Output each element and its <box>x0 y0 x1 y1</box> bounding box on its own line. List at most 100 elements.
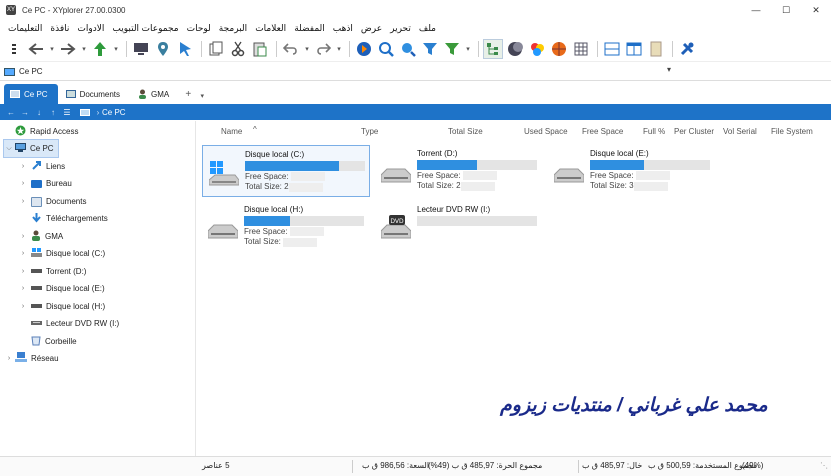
address-dropdown-icon[interactable]: ▾ <box>667 65 671 74</box>
back-icon[interactable] <box>26 39 46 59</box>
tab-documents[interactable]: Documents <box>60 84 130 104</box>
drive-tile-h[interactable]: Disque local (H:) Free Space: Total Size… <box>202 201 370 253</box>
column-total-size[interactable]: Total Size <box>448 127 483 136</box>
menu-scripting[interactable]: البرمجة <box>215 23 251 34</box>
chevron-right-icon[interactable]: › <box>18 233 28 240</box>
colors-icon[interactable] <box>527 39 547 59</box>
tree-item-drive-c[interactable]: › Disque local (C:) <box>18 245 105 262</box>
new-tab-icon[interactable]: + <box>181 89 195 100</box>
tree-icon[interactable] <box>483 38 503 59</box>
moon-icon[interactable] <box>505 39 525 59</box>
tree-item-bureau[interactable]: › Bureau <box>18 175 72 192</box>
menu-icon[interactable] <box>4 39 24 59</box>
resize-grip-icon[interactable]: ⋰ <box>820 461 828 470</box>
chevron-right-icon[interactable]: › <box>18 250 28 257</box>
column-vol-serial[interactable]: Vol Serial <box>723 127 757 136</box>
list-icon[interactable]: ☰ <box>60 108 74 117</box>
tab-gma[interactable]: GMA <box>132 84 179 104</box>
menu-file[interactable]: ملف <box>415 23 440 34</box>
ball-icon[interactable] <box>549 39 569 59</box>
menu-panes[interactable]: لوحات <box>183 23 215 34</box>
down-icon[interactable]: ↓ <box>32 108 46 117</box>
up-dropdown-icon[interactable]: ▾ <box>112 39 120 59</box>
column-used-space[interactable]: Used Space <box>524 127 568 136</box>
column-full-percent[interactable]: Full % <box>643 127 665 136</box>
tree-item-drive-d[interactable]: › Torrent (D:) <box>18 263 87 280</box>
tree-item-drive-e[interactable]: › Disque local (E:) <box>18 280 105 297</box>
filter-green-icon[interactable] <box>442 39 462 59</box>
paste-icon[interactable] <box>250 39 270 59</box>
minimize-button[interactable]: — <box>741 0 771 20</box>
cut-icon[interactable] <box>228 39 248 59</box>
breadcrumb[interactable]: › Ce PC <box>80 108 126 117</box>
chevron-right-icon[interactable]: › <box>18 268 28 275</box>
find-icon[interactable] <box>354 39 374 59</box>
menu-favorites[interactable]: المفضلة <box>290 23 329 34</box>
forward-dropdown-icon[interactable]: ▾ <box>80 39 88 59</box>
drive-tile-e[interactable]: Disque local (E:) Free Space: Total Size… <box>548 145 716 197</box>
column-per-cluster[interactable]: Per Cluster <box>674 127 714 136</box>
back-icon[interactable]: ← <box>4 108 18 117</box>
chevron-right-icon[interactable]: › <box>4 355 14 362</box>
chevron-right-icon[interactable]: › <box>18 285 28 292</box>
close-button[interactable]: ✕ <box>801 0 831 20</box>
tree-item-documents[interactable]: › Documents <box>18 193 86 210</box>
tree-item-dvd[interactable]: Lecteur DVD RW (I:) <box>18 315 119 332</box>
column-free-space[interactable]: Free Space <box>582 127 623 136</box>
drive-tile-dvd[interactable]: DVD Lecteur DVD RW (I:) <box>375 201 543 253</box>
copy-icon[interactable] <box>206 39 226 59</box>
panel-icon[interactable] <box>602 39 622 59</box>
tools-icon[interactable] <box>677 39 697 59</box>
column-name[interactable]: Name <box>221 127 242 136</box>
dual-pane-icon[interactable] <box>624 39 644 59</box>
location-icon[interactable] <box>153 39 173 59</box>
pointer-icon[interactable] <box>175 39 195 59</box>
forward-icon[interactable]: → <box>18 108 32 117</box>
tab-ce-pc[interactable]: Ce PC <box>4 84 58 104</box>
tree-item-drive-h[interactable]: › Disque local (H:) <box>18 298 105 315</box>
drive-usage-bar <box>417 216 537 226</box>
chevron-right-icon[interactable]: › <box>18 163 28 170</box>
address-bar[interactable]: Ce PC ▾ <box>0 63 831 81</box>
chevron-right-icon[interactable]: › <box>18 198 28 205</box>
search-icon[interactable] <box>376 39 396 59</box>
up-icon[interactable]: ↑ <box>46 108 60 117</box>
forward-icon[interactable] <box>58 39 78 59</box>
column-type[interactable]: Type <box>361 127 378 136</box>
menu-window[interactable]: نافذة <box>46 23 73 34</box>
preview-icon[interactable] <box>646 39 666 59</box>
tree-item-rapid-access[interactable]: Rapid Access <box>4 123 78 140</box>
menu-edit[interactable]: تحرير <box>386 23 415 34</box>
tree-item-gma[interactable]: › GMA <box>18 228 63 245</box>
chevron-right-icon[interactable]: › <box>18 180 28 187</box>
maximize-button[interactable]: ☐ <box>771 0 801 20</box>
filter-icon[interactable] <box>420 39 440 59</box>
computer-icon[interactable] <box>131 39 151 59</box>
tab-list-icon[interactable]: ▾ <box>195 92 209 100</box>
column-file-system[interactable]: File System <box>771 127 813 136</box>
redo-dropdown-icon[interactable]: ▾ <box>335 39 343 59</box>
undo-dropdown-icon[interactable]: ▾ <box>303 39 311 59</box>
tree-item-reseau[interactable]: › Réseau <box>4 350 59 367</box>
menu-tags[interactable]: العلامات <box>251 23 290 34</box>
grid-icon[interactable] <box>571 39 591 59</box>
tree-item-telechargements[interactable]: Téléchargements <box>18 210 108 227</box>
redo-icon[interactable] <box>313 39 333 59</box>
menu-tabsets[interactable]: مجموعات التبويب <box>108 23 182 34</box>
tree-item-liens[interactable]: › Liens <box>18 158 65 175</box>
undo-icon[interactable] <box>281 39 301 59</box>
drive-tile-d[interactable]: Torrent (D:) Free Space: Total Size: 2 <box>375 145 543 197</box>
zoom-icon[interactable] <box>398 39 418 59</box>
menu-go[interactable]: اذهب <box>329 23 357 34</box>
filter-dropdown-icon[interactable]: ▾ <box>464 39 472 59</box>
back-dropdown-icon[interactable]: ▾ <box>48 39 56 59</box>
menu-view[interactable]: عرض <box>357 23 386 34</box>
menu-tools[interactable]: الادوات <box>73 23 108 34</box>
tree-item-corbeille[interactable]: Corbeille <box>18 333 77 350</box>
chevron-right-icon[interactable]: › <box>18 303 28 310</box>
tree-item-ce-pc[interactable]: ⌵ Ce PC <box>3 139 59 158</box>
menu-help[interactable]: التعليمات <box>4 23 46 34</box>
up-icon[interactable] <box>90 39 110 59</box>
chevron-down-icon[interactable]: ⌵ <box>4 145 14 153</box>
drive-tile-c[interactable]: Disque local (C:) Free Space: Total Size… <box>202 145 370 197</box>
